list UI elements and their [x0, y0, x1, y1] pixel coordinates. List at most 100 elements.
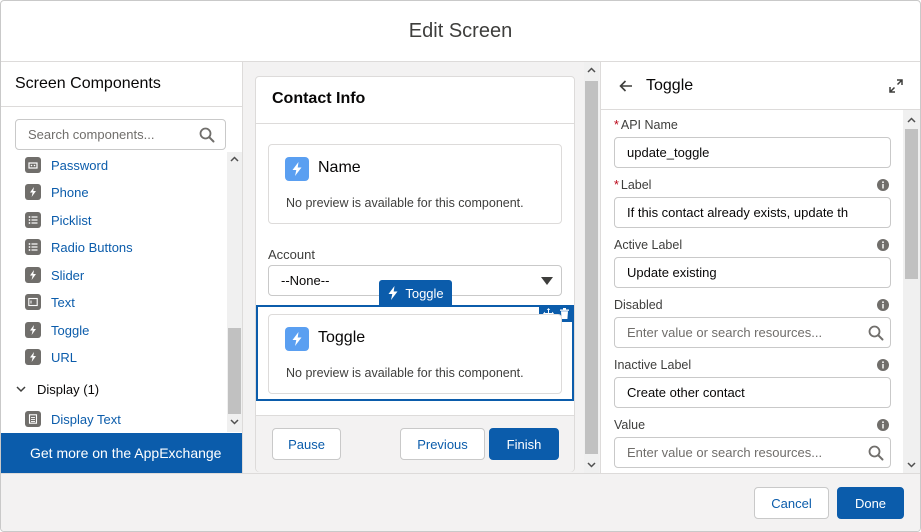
search-components-input[interactable] [16, 120, 196, 149]
no-preview-note: No preview is available for this compone… [286, 366, 524, 380]
phone-icon [25, 184, 41, 200]
component-label: Radio Buttons [51, 239, 133, 255]
component-item-phone[interactable]: Phone [25, 181, 89, 203]
label-value: If this contact already exists, update t… [627, 205, 849, 220]
active-label-value: Update existing [627, 265, 717, 280]
info-icon[interactable] [877, 419, 889, 431]
value-field[interactable]: Enter value or search resources... [614, 437, 891, 468]
divider [1, 106, 242, 107]
slider-icon [25, 267, 41, 283]
account-select-value: --None-- [281, 273, 330, 288]
info-icon[interactable] [877, 239, 889, 251]
previous-button[interactable]: Previous [400, 428, 485, 460]
disabled-field[interactable]: Enter value or search resources... [614, 317, 891, 348]
component-label: Picklist [51, 212, 92, 228]
scrollbar-thumb[interactable] [905, 129, 918, 279]
required-marker: * [614, 178, 619, 192]
properties-panel: Toggle * API Name update_toggle * Label If… [600, 62, 920, 473]
info-icon[interactable] [877, 179, 889, 191]
selected-component-tag-label: Toggle [405, 285, 444, 301]
component-item-slider[interactable]: Slider [25, 264, 84, 286]
component-label: Toggle [51, 322, 90, 338]
api-name-value: update_toggle [627, 145, 710, 160]
expand-icon[interactable] [889, 79, 903, 93]
search-icon[interactable] [868, 445, 884, 461]
properties-scrollbar[interactable] [903, 110, 920, 473]
components-list: Password Phone Picklist Radio Buttons Sl… [1, 152, 227, 432]
component-label: Phone [51, 184, 89, 200]
chevron-down-icon[interactable] [15, 383, 27, 395]
info-icon[interactable] [877, 299, 889, 311]
api-name-label: * API Name [614, 118, 678, 132]
search-icon[interactable] [868, 325, 884, 341]
inactive-label-value: Create other contact [627, 385, 745, 400]
inactive-label-label: Inactive Label [614, 358, 692, 372]
appexchange-link[interactable]: Get more on the AppExchange [1, 433, 242, 473]
properties-header: Toggle [601, 62, 920, 110]
components-scrollbar[interactable] [227, 152, 242, 432]
scroll-up-arrow-icon[interactable] [230, 155, 239, 164]
scroll-down-arrow-icon[interactable] [587, 460, 596, 469]
picklist-icon [25, 212, 41, 228]
pause-button[interactable]: Pause [272, 428, 341, 460]
component-label: Password [51, 157, 109, 173]
search-icon[interactable] [199, 127, 215, 143]
modal-header: Edit Screen [1, 1, 920, 62]
selected-component-tag[interactable]: Toggle [379, 280, 452, 306]
scrollbar-thumb[interactable] [228, 328, 241, 414]
inactive-label-field[interactable]: Create other contact [614, 377, 891, 408]
screen-components-panel: Screen Components Password Phone Picklis… [1, 62, 243, 473]
active-label-field[interactable]: Update existing [614, 257, 891, 288]
info-icon[interactable] [877, 359, 889, 371]
scroll-up-arrow-icon[interactable] [907, 116, 916, 125]
component-item-url[interactable]: URL [25, 346, 77, 368]
no-preview-note: No preview is available for this compone… [286, 196, 524, 210]
api-name-label-text: API Name [620, 118, 678, 132]
section-display-label: Display (1) [37, 381, 100, 397]
done-button[interactable]: Done [837, 487, 904, 519]
component-item-radio-buttons[interactable]: Radio Buttons [25, 236, 133, 258]
cancel-button[interactable]: Cancel [754, 487, 829, 519]
scroll-down-arrow-icon[interactable] [230, 417, 239, 426]
password-icon [25, 157, 41, 173]
scroll-down-arrow-icon[interactable] [907, 460, 916, 469]
name-component-card[interactable]: Name No preview is available for this co… [268, 144, 562, 224]
label-label: * Label [614, 178, 651, 192]
screen-canvas: Contact Info Name No preview is availabl… [255, 76, 575, 472]
dropdown-arrow-icon[interactable] [541, 277, 553, 285]
search-components-box[interactable] [15, 119, 226, 150]
canvas-scrollbar[interactable] [584, 62, 599, 473]
component-item-text[interactable]: Text [25, 291, 75, 313]
finish-button[interactable]: Finish [489, 428, 559, 460]
screen-components-title: Screen Components [15, 75, 161, 92]
modal-footer: Cancel Done [1, 473, 920, 531]
component-label: URL [51, 349, 78, 365]
toggle-component-card[interactable]: Toggle No preview is available for this … [268, 314, 562, 394]
back-arrow-icon[interactable] [619, 79, 633, 93]
scrollbar-thumb[interactable] [585, 81, 598, 454]
disabled-label: Disabled [614, 298, 663, 312]
toggle-component-title: Toggle [318, 329, 366, 346]
component-item-display-text[interactable]: Display Text [25, 408, 121, 430]
component-label: Text [51, 294, 75, 310]
active-label-label: Active Label [614, 238, 683, 252]
label-field[interactable]: If this contact already exists, update t… [614, 197, 891, 228]
bolt-icon [285, 327, 309, 351]
component-label: Slider [51, 267, 85, 283]
url-icon [25, 349, 41, 365]
section-display[interactable]: Display (1) [15, 378, 99, 400]
api-name-field[interactable]: update_toggle [614, 137, 891, 168]
component-item-password[interactable]: Password [25, 154, 108, 176]
account-label: Account [268, 247, 315, 262]
value-placeholder: Enter value or search resources... [627, 445, 823, 460]
bolt-icon [285, 157, 309, 181]
canvas-footer: Pause Previous Finish [256, 416, 574, 472]
scroll-up-arrow-icon[interactable] [587, 66, 596, 75]
text-icon [25, 294, 41, 310]
modal-body: Screen Components Password Phone Picklis… [1, 62, 920, 473]
component-item-picklist[interactable]: Picklist [25, 209, 91, 231]
radio-buttons-icon [25, 239, 41, 255]
bolt-icon [388, 286, 398, 300]
disabled-placeholder: Enter value or search resources... [627, 325, 823, 340]
component-item-toggle[interactable]: Toggle [25, 319, 89, 341]
